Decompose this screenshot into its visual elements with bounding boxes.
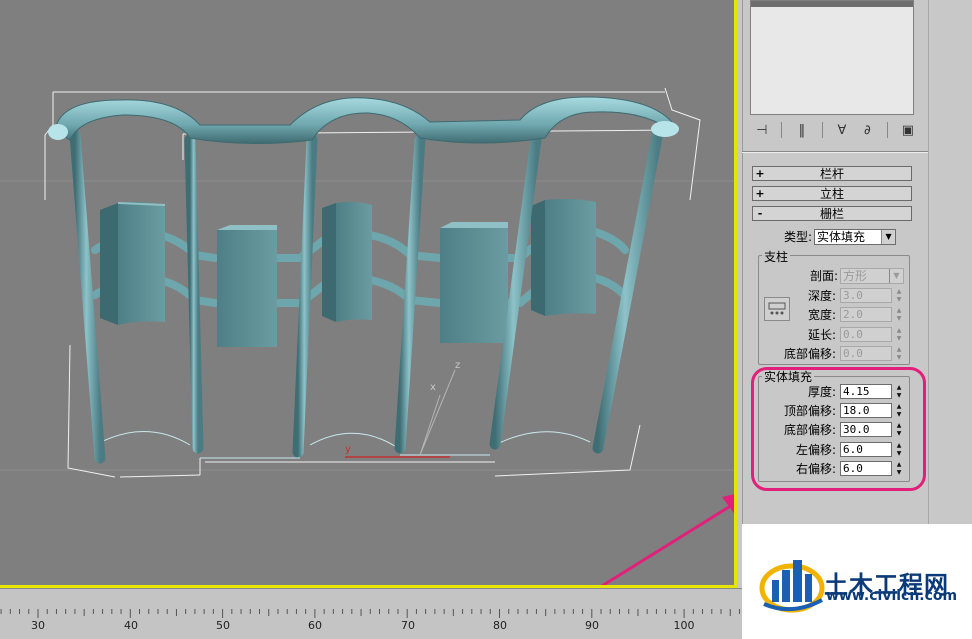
width-row: 宽度: 2.0 ▲ ▼ [790,306,904,323]
tick-label: 50 [216,619,230,632]
axis-x-label: x [430,382,436,393]
chevron-down-icon[interactable]: ▼ [889,268,903,283]
top-railing [48,96,679,145]
rollout-posts[interactable]: + 立柱 [752,186,912,201]
type-label: 类型: [784,230,813,244]
depth-input[interactable]: 3.0 [840,288,892,303]
support-bottom-offset-input[interactable]: 0.0 [840,346,892,361]
depth-row: 深度: 3.0 ▲ ▼ [790,287,904,304]
active-viewport-border [734,0,737,590]
toolbar-separator [781,122,783,138]
show-end-result-icon[interactable]: ‖ [796,121,807,139]
width-spinner[interactable]: 2.0 ▲ ▼ [840,307,904,322]
toolbar-separator [821,122,823,138]
profile-select[interactable]: 方形 ▼ [840,267,904,284]
extension-label: 延长: [807,328,836,342]
depth-spinner[interactable]: 3.0 ▲ ▼ [840,288,904,303]
spinner-arrows-icon[interactable]: ▲ ▼ [894,346,904,361]
ground-profile [94,431,591,459]
pin-stack-icon[interactable]: ⊣ [756,121,767,139]
tick-label: 30 [31,619,45,632]
timeline-ruler[interactable]: 30 40 50 60 70 80 90 100 [0,588,742,639]
configure-modifier-sets-icon[interactable]: ▣ [902,121,914,139]
width-label: 宽度: [807,308,836,322]
tick-label: 70 [401,619,415,632]
extension-input[interactable]: 0.0 [840,327,892,342]
extension-spinner[interactable]: 0.0 ▲ ▼ [840,327,904,342]
remove-modifier-icon[interactable]: ∂ [862,121,873,139]
profile-label: 剖面: [809,269,838,283]
rollout-collapse-icon: - [757,207,763,220]
spinner-arrows-icon[interactable]: ▲ ▼ [894,288,904,303]
chevron-down-icon[interactable]: ▼ [881,229,896,244]
width-input[interactable]: 2.0 [840,307,892,322]
spinner-arrows-icon[interactable]: ▲ ▼ [894,307,904,322]
rollout-expand-icon: + [755,167,765,180]
ruler-ticks [0,609,740,618]
logo-url: www.civilcn.com [826,588,958,604]
tick-label: 60 [308,619,322,632]
extension-row: 延长: 0.0 ▲ ▼ [790,326,904,343]
profile-row: 剖面: 方形 ▼ [804,267,904,284]
profile-select-value: 方形 [843,269,868,283]
panel-divider [742,151,928,153]
toolbar-separator [887,122,888,138]
modifier-stack-item[interactable] [751,1,913,7]
rollout-railing[interactable]: + 栏杆 [752,166,912,181]
type-row: 类型: 实体填充 ▼ [784,228,897,245]
tick-label: 80 [493,619,507,632]
panel-scroll-strip[interactable] [928,0,972,525]
annotation-arrow [597,493,736,587]
rollout-title: 立柱 [819,187,844,201]
type-select[interactable]: 实体填充 ▼ [814,228,897,245]
support-bottom-offset-row: 底部偏移: 0.0 ▲ ▼ [776,345,904,362]
axis-y-label: y [345,444,351,455]
rollout-fencing[interactable]: - 栅栏 [752,206,912,221]
support-bottom-offset-label: 底部偏移: [783,347,836,361]
support-group-title: 支柱 [762,248,791,265]
depth-label: 深度: [807,289,836,303]
type-select-value: 实体填充 [817,230,866,244]
tick-label: 90 [585,619,599,632]
tick-label: 100 [673,619,695,632]
support-object-pick-button[interactable] [764,297,790,321]
rollout-title: 栅栏 [819,207,844,221]
support-bottom-offset-spinner[interactable]: 0.0 ▲ ▼ [840,346,904,361]
support-profile-icon [768,302,786,315]
solid-fill-highlight-annotation [751,367,926,491]
perspective-viewport[interactable]: z x y [0,0,736,587]
make-unique-icon[interactable]: ∀ [836,121,847,139]
modifier-stack-list[interactable] [750,0,914,115]
railing-scene: z x y [0,87,736,587]
spinner-arrows-icon[interactable]: ▲ ▼ [894,327,904,342]
modifier-stack-toolbar: ⊣ ‖ ∀ ∂ ▣ [750,117,914,143]
tick-label: 40 [124,619,138,632]
rollout-expand-icon: + [755,187,765,200]
axis-z-label: z [455,360,460,371]
rollout-title: 栏杆 [819,167,844,181]
site-logo: 土木工程网 www.civilcn.com [742,524,972,639]
